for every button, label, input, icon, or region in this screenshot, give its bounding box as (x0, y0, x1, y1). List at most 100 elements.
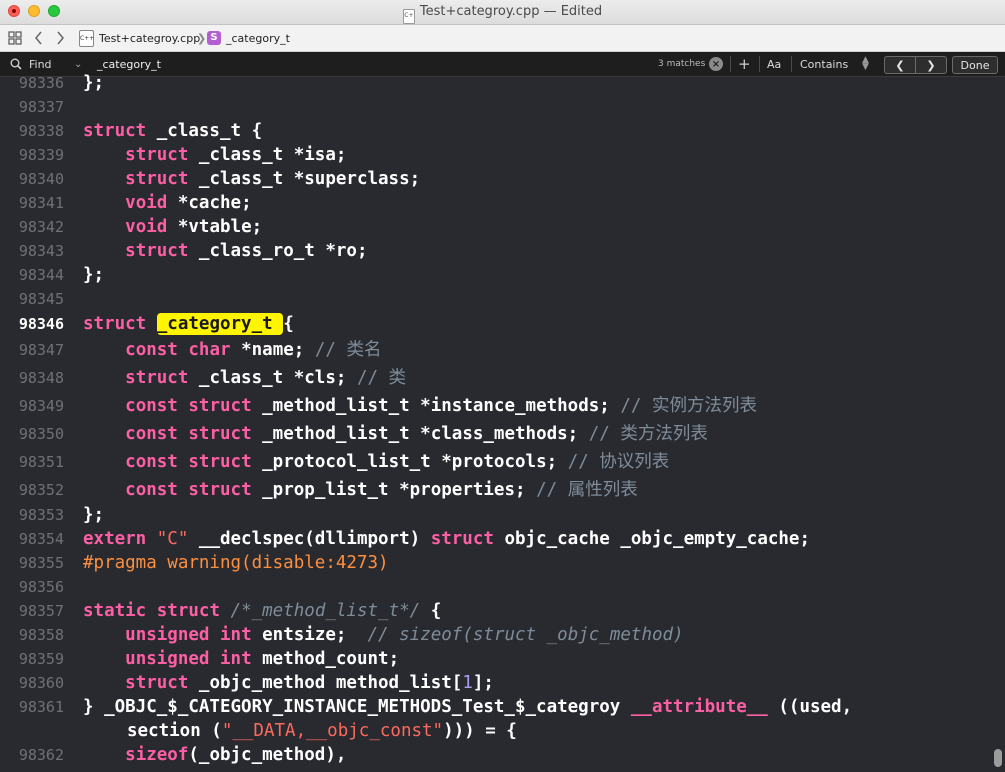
chevron-left-icon[interactable] (34, 25, 43, 51)
code-line[interactable]: 98344}; (0, 263, 990, 287)
code-token: { (420, 601, 442, 621)
code-token: }; (83, 265, 105, 285)
line-number: 98358 (18, 626, 64, 644)
code-text: } _OBJC_$_CATEGORY_INSTANCE_METHODS_Test… (83, 695, 852, 719)
vertical-scrollbar[interactable] (994, 749, 1002, 767)
code-line[interactable]: 98361 } _OBJC_$_CATEGORY_INSTANCE_METHODS… (0, 695, 990, 719)
code-line[interactable]: 98351 const struct _protocol_list_t *pro… (0, 450, 990, 474)
line-number: 98357 (18, 602, 64, 620)
code-token: struct (125, 368, 189, 388)
breadcrumb-file[interactable]: C++ Test+categroy.cpp (79, 25, 200, 51)
code-line[interactable]: section ("__DATA,__objc_const"))) = { (0, 719, 990, 743)
code-text: #pragma warning(disable:4273) (83, 551, 389, 575)
code-token: (_objc_method), (188, 745, 347, 765)
chevron-right-icon[interactable] (56, 25, 65, 51)
code-line[interactable]: 98345 (0, 287, 990, 311)
code-line[interactable]: 98353}; (0, 503, 990, 527)
code-line[interactable]: 98360 struct _objc_method method_list[1]… (0, 671, 990, 695)
code-line[interactable]: 98354 extern "C" __declspec(dllimport) st… (0, 527, 990, 551)
code-line[interactable]: 98340 struct _class_t *superclass; (0, 167, 990, 191)
code-text: const struct _method_list_t *instance_me… (83, 394, 757, 418)
line-number: 98356 (18, 578, 64, 596)
line-number: 98349 (18, 397, 64, 415)
code-token: section ( (127, 721, 222, 741)
code-line[interactable]: 98349 const struct _method_list_t *insta… (0, 394, 990, 418)
code-line[interactable]: 98336}; (0, 71, 990, 95)
line-number: 98355 (18, 554, 64, 572)
breadcrumb-symbol[interactable]: S _category_t (207, 25, 290, 51)
code-token: // 类方法列表 (588, 424, 708, 444)
code-token: "C" (156, 529, 189, 549)
search-match-highlight: _category_t (156, 313, 284, 335)
code-token: struct (125, 169, 189, 189)
code-text: void *vtable; (83, 215, 262, 239)
code-text: const struct _method_list_t *class_metho… (83, 422, 708, 446)
code-line[interactable]: 98352 const struct _prop_list_t *propert… (0, 478, 990, 502)
line-number: 98340 (18, 170, 64, 188)
code-token: struct (188, 480, 252, 500)
line-number: 98338 (18, 122, 64, 140)
related-items-grid-icon[interactable] (8, 25, 22, 51)
code-token: void (125, 193, 168, 213)
code-text: const char *name; // 类名 (83, 338, 381, 362)
code-token: const (125, 340, 178, 360)
code-line[interactable]: 98342 void *vtable; (0, 215, 990, 239)
code-token: static (83, 601, 147, 621)
code-token: _class_t *isa; (188, 145, 347, 165)
line-number: 98361 (18, 698, 64, 716)
code-token: ))) = { (443, 721, 517, 741)
clear-search-icon[interactable]: × (709, 57, 723, 71)
code-line[interactable]: 98357 static struct /*_method_list_t*/ { (0, 599, 990, 623)
code-line[interactable]: 98355 #pragma warning(disable:4273) (0, 551, 990, 575)
divider (791, 56, 792, 72)
title-bar: C+ Test+categroy.cpp — Edited (0, 0, 1005, 25)
code-line[interactable]: 98356 (0, 575, 990, 599)
code-line[interactable]: 98346 struct _category_t { (0, 312, 990, 336)
code-text: }; (83, 263, 104, 287)
code-line[interactable]: 98341 void *cache; (0, 191, 990, 215)
code-token: struct (125, 145, 189, 165)
code-token: { (283, 314, 294, 334)
line-number: 98352 (18, 481, 64, 499)
code-line[interactable]: 98338 struct _class_t { (0, 119, 990, 143)
code-token: struct (83, 121, 147, 141)
code-token: // 类名 (314, 340, 382, 360)
code-line[interactable]: 98347 const char *name; // 类名 (0, 338, 990, 362)
code-line[interactable]: 98362 sizeof(_objc_method), (0, 743, 990, 767)
code-token: int (220, 625, 252, 645)
line-number: 98342 (18, 218, 64, 236)
code-line[interactable]: 98337 (0, 95, 990, 119)
code-token: unsigned (125, 625, 210, 645)
code-token: "__DATA,__objc_const" (221, 721, 444, 741)
code-token: _class_t *superclass; (188, 169, 421, 189)
code-token: entsize; (251, 625, 368, 645)
code-line[interactable]: 98359 unsigned int method_count; (0, 647, 990, 671)
code-line[interactable]: 98339 struct _class_t *isa; (0, 143, 990, 167)
line-number: 98346 (18, 315, 64, 333)
code-line[interactable]: 98343 struct _class_ro_t *ro; (0, 239, 990, 263)
line-number: 98344 (18, 266, 64, 284)
code-token: _protocol_list_t *protocols; (251, 452, 568, 472)
code-text: extern "C" __declspec(dllimport) struct … (83, 527, 810, 551)
line-number: 98350 (18, 425, 64, 443)
breadcrumb-separator-icon: ❯ (197, 31, 207, 45)
code-token: const (125, 452, 178, 472)
code-token: }; (83, 505, 105, 525)
code-line[interactable]: 98348 struct _class_t *cls; // 类 (0, 366, 990, 390)
code-token: *vtable; (167, 217, 263, 237)
line-number: 98337 (18, 98, 64, 116)
code-line[interactable]: 98350 const struct _method_list_t *class… (0, 422, 990, 446)
code-line[interactable]: 98358 unsigned int entsize; // sizeof(st… (0, 623, 990, 647)
line-number: 98343 (18, 242, 64, 260)
source-editor[interactable]: 98336}; 98337 98338 struct _class_t {98339 … (0, 73, 1005, 772)
line-number: 98354 (18, 530, 64, 548)
code-token: __attribute__ (630, 697, 768, 717)
